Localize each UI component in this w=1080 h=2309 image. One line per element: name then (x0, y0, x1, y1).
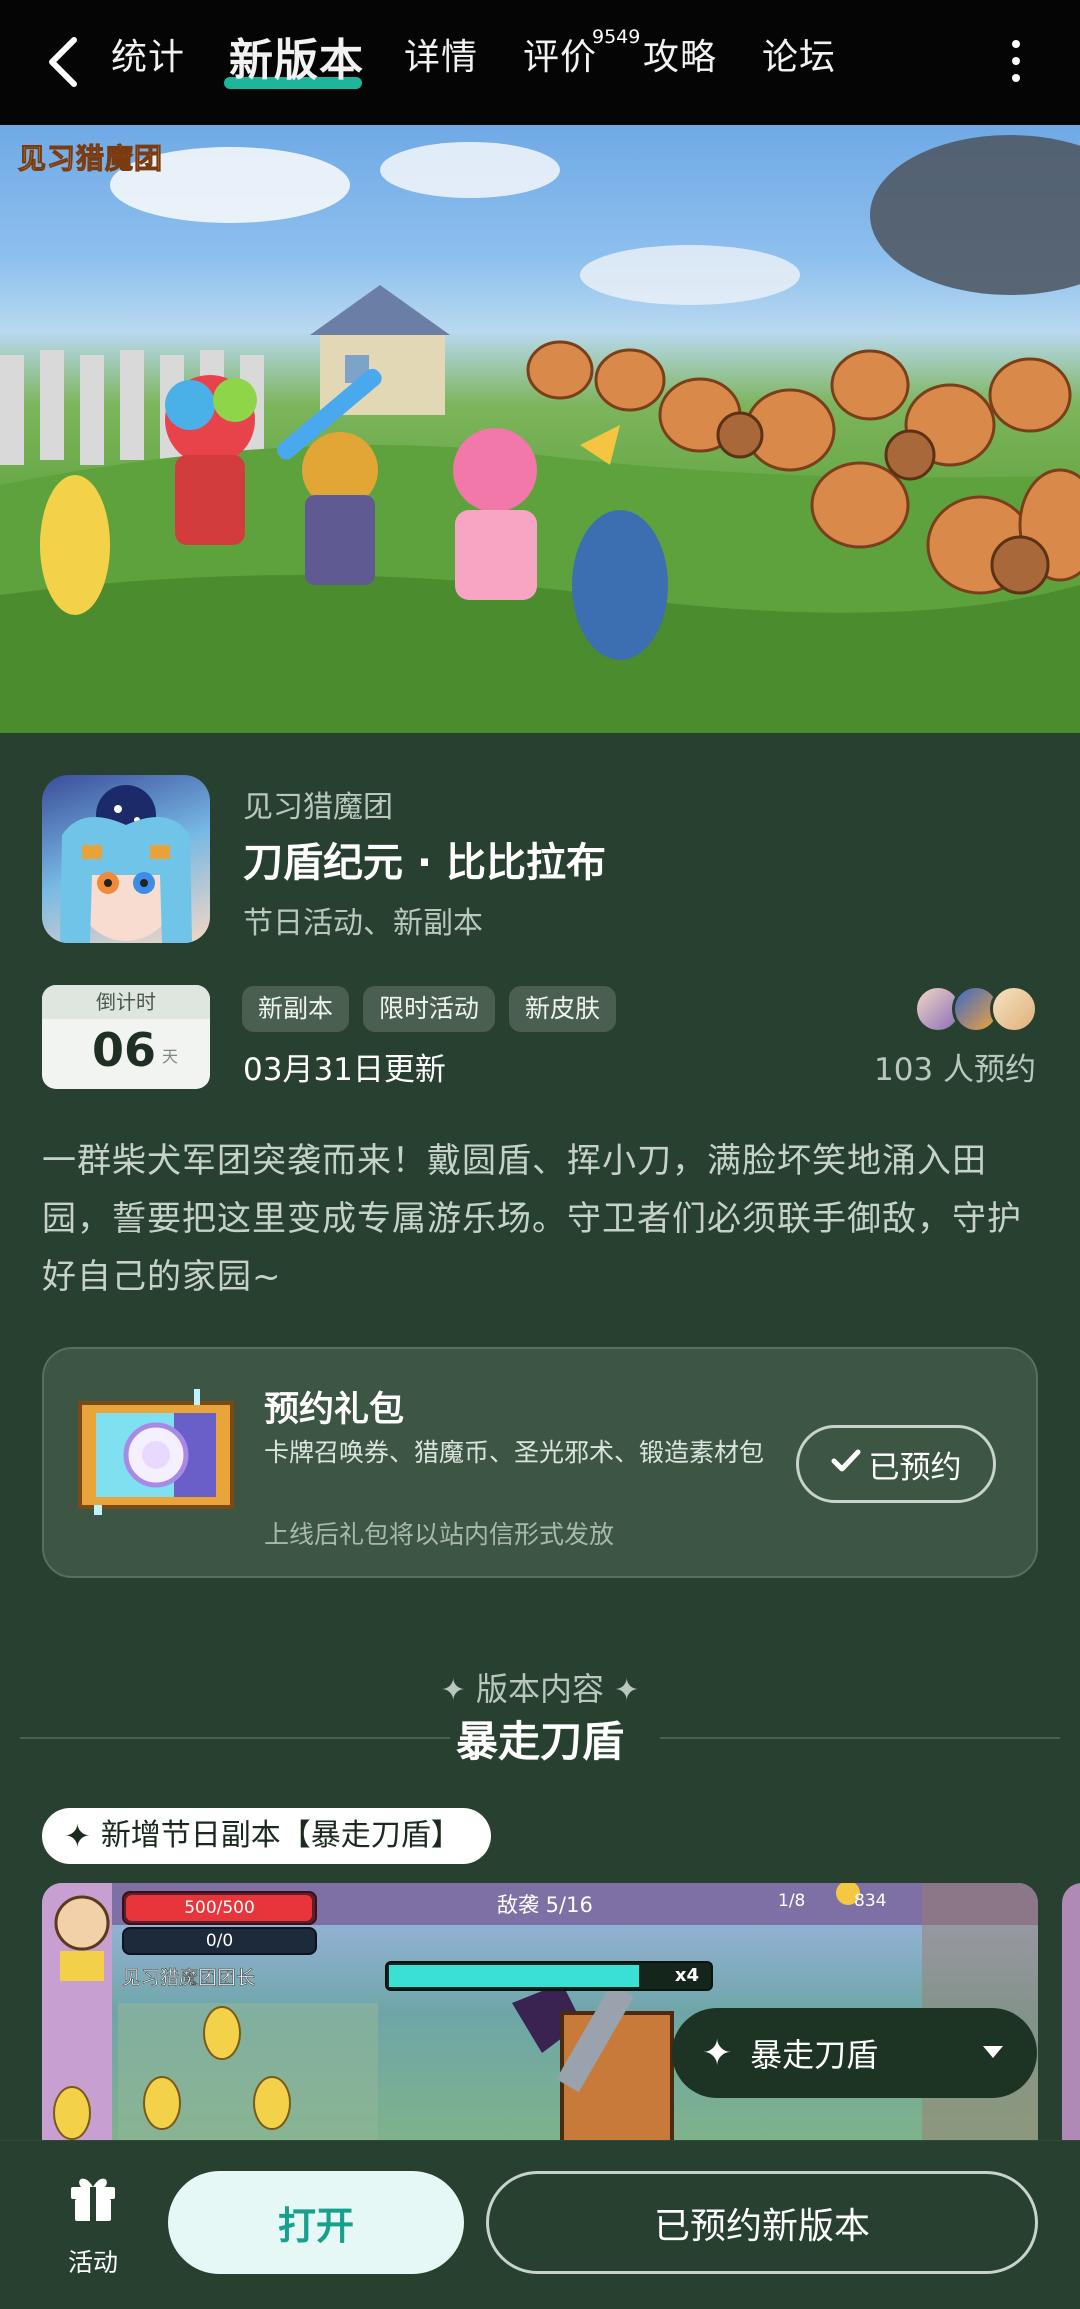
open-button[interactable]: 打开 (168, 2171, 464, 2274)
game-logo: 见习猎魔团 (17, 142, 164, 176)
tab-stats[interactable]: 统计 (111, 28, 185, 80)
avatar (990, 985, 1038, 1033)
app-title: 刀盾纪元 · 比比拉布 (243, 840, 607, 886)
version-tags: 新副本 限时活动 新皮肤 (242, 986, 617, 1032)
tag-new-skin: 新皮肤 (509, 986, 617, 1032)
reserved-new-version-button[interactable]: 已预约新版本 (486, 2171, 1038, 2274)
hp-bar: 500/500 (122, 1891, 317, 1925)
gift-note: 上线后礼包将以站内信形式发放 (264, 1520, 615, 1549)
reserver-avatars (914, 985, 1040, 1033)
review-count-badge: 9549 (592, 26, 641, 48)
gift-title: 预约礼包 (264, 1390, 405, 1430)
tab-forum[interactable]: 论坛 (762, 28, 836, 80)
section-subtitle: ✦ 版本内容 ✦ (440, 1670, 640, 1708)
tab-details[interactable]: 详情 (404, 28, 478, 80)
mp-bar: 0/0 (122, 1927, 317, 1955)
back-icon[interactable] (44, 34, 84, 90)
app-subtitle: 节日活动、新副本 (243, 906, 483, 941)
tab-reviews[interactable]: 评价 (523, 28, 597, 80)
activity-label[interactable]: 活动 (68, 2243, 118, 2279)
dropdown-label: 暴走刀盾 (750, 2036, 879, 2074)
feature-pill: ✦ 新增节日副本【暴走刀盾】 (42, 1808, 491, 1864)
check-icon (831, 1446, 861, 1482)
coin-count: 834 (854, 1891, 887, 1911)
more-options-icon[interactable] (1010, 40, 1022, 88)
countdown-number: 06 (92, 1023, 157, 1077)
reservation-count: 103 人预约 (873, 1052, 1036, 1088)
update-date: 03月31日更新 (243, 1052, 446, 1088)
tab-guides[interactable]: 攻略 (643, 28, 717, 80)
sparkle-icon: ✦ (702, 2032, 733, 2074)
page: 统计 新版本 详情 评价 9549 攻略 论坛 见习猎魔团 见习猎魔团 刀盾纪元… (0, 0, 1080, 2309)
reservation-gift-card: 预约礼包 卡牌召唤券、猎魔币、圣光邪术、锻造素材包 上线后礼包将以站内信形式发放… (42, 1347, 1038, 1578)
tag-new-dungeon: 新副本 (242, 986, 350, 1032)
version-description: 一群柴犬军团突袭而来！戴圆盾、挥小刀，满脸坏笑地涌入田园，誓要把这里变成专属游乐… (42, 1141, 1022, 1297)
countdown-unit: 天 (162, 1047, 179, 1066)
gift-reserved-button[interactable]: 已预约 (796, 1425, 996, 1503)
sparkle-icon: ✦ (64, 1817, 91, 1855)
gift-ticket-icon (74, 1389, 238, 1521)
countdown-label: 倒计时 (42, 985, 210, 1019)
counter: 1/8 (778, 1891, 806, 1911)
player-name: 见习猎魔团团长 (122, 1967, 256, 1990)
bottom-action-bar: 活动 打开 已预约新版本 (0, 2140, 1080, 2309)
section-title: 暴走刀盾 (455, 1717, 624, 1766)
wave-counter: 敌袭 5/16 (497, 1893, 593, 1917)
sparkle-icon: ✦ (614, 1673, 640, 1708)
tag-limited-event: 限时活动 (363, 986, 496, 1032)
sparkle-icon: ✦ (440, 1673, 466, 1708)
next-screenshot-peek[interactable] (1062, 1883, 1080, 2143)
content-dropdown[interactable]: ✦ 暴走刀盾 (672, 2008, 1037, 2098)
top-nav-bar: 统计 新版本 详情 评价 9549 攻略 论坛 (0, 0, 1080, 125)
hero-artwork (0, 135, 1080, 733)
hero-banner[interactable]: 见习猎魔团 (0, 125, 1080, 733)
countdown-box: 倒计时 06 天 (42, 985, 210, 1089)
enemy-health-bar: x4 (385, 1961, 713, 1991)
chevron-down-icon (983, 2046, 1003, 2058)
gift-items: 卡牌召唤券、猎魔币、圣光邪术、锻造素材包 (264, 1438, 765, 1467)
app-icon[interactable] (42, 775, 210, 943)
gift-icon[interactable] (62, 2169, 124, 2229)
tab-new-version[interactable]: 新版本 (229, 24, 364, 88)
developer-name[interactable]: 见习猎魔团 (243, 782, 393, 826)
gift-reserved-label: 已预约 (868, 1449, 962, 1486)
